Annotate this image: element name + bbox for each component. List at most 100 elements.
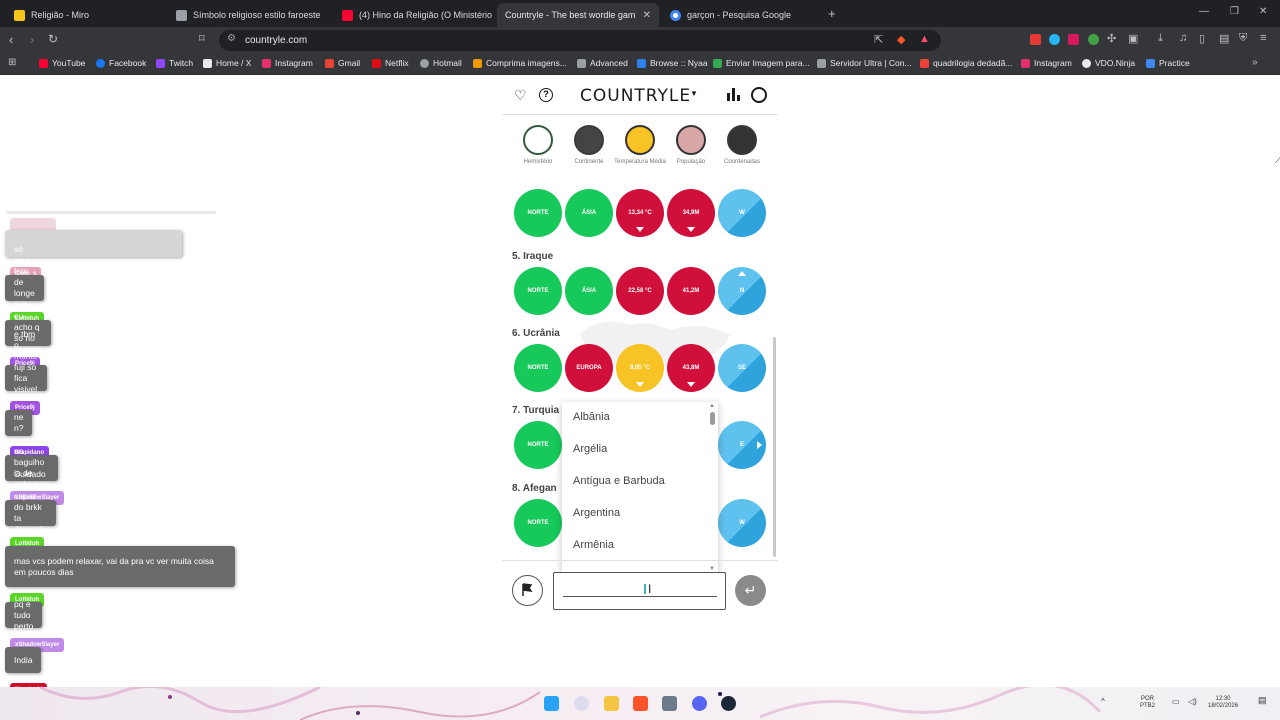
bookmark-label: Browse :: Nyaa: [650, 58, 708, 68]
country-option[interactable]: Argélia: [573, 443, 607, 455]
bookmark-netflix[interactable]: Netflix: [372, 58, 409, 68]
tab-religiao-miro[interactable]: Religião - Miro: [6, 3, 164, 27]
arrow-down-icon: [687, 227, 695, 232]
bookmark-comprima[interactable]: Comprima imagens...: [473, 58, 567, 68]
extension-icon[interactable]: [1068, 34, 1079, 45]
give-up-button[interactable]: [512, 575, 543, 606]
bookmark-enviar-imagem[interactable]: Enviar Imagem para...: [713, 58, 810, 68]
country-option[interactable]: Argentina: [573, 507, 620, 519]
brave-rewards-icon[interactable]: ▲: [919, 33, 930, 45]
bookmark-quadrilogia[interactable]: quadrilogia dedadã...: [920, 58, 1012, 68]
stats-icon[interactable]: [727, 88, 741, 101]
forward-icon[interactable]: ›: [30, 32, 34, 47]
file-explorer-icon[interactable]: [604, 696, 619, 711]
country-option[interactable]: Armênia: [573, 539, 614, 551]
address-bar[interactable]: ⚙ countryle.com ⇱ ◆ ▲: [219, 30, 941, 51]
youtube-icon: [39, 58, 48, 68]
discord-icon[interactable]: [692, 696, 707, 711]
arrow-up-icon: [738, 271, 746, 276]
bookmark-instagram-2[interactable]: Instagram: [1021, 58, 1072, 68]
reload-icon[interactable]: ↻: [48, 32, 58, 46]
extensions-puzzle-icon[interactable]: ✣: [1107, 32, 1116, 45]
close-window-icon[interactable]: ✕: [1259, 6, 1267, 17]
steam-icon[interactable]: [721, 696, 736, 711]
country-guess-input[interactable]: [563, 582, 717, 597]
notifications-icon[interactable]: ▤: [1258, 696, 1267, 705]
bookmark-label: VDO.Ninja: [1095, 58, 1136, 68]
bookmark-vdo-ninja[interactable]: VDO.Ninja: [1082, 58, 1135, 68]
page-icon: [1146, 58, 1155, 68]
game-scrollbar[interactable]: [773, 337, 776, 557]
clue-population: 34,9M: [667, 189, 715, 237]
apps-grid-icon[interactable]: ⊞: [8, 57, 16, 68]
back-icon[interactable]: ‹: [9, 32, 13, 47]
bookmark-label: Enviar Imagem para...: [726, 58, 810, 68]
app-icon[interactable]: [662, 696, 677, 711]
windows-taskbar: ^ POR PTB2 ▭ ◁) 12:30 18/02/2026 ▤: [0, 687, 1280, 720]
country-option[interactable]: Antígua e Barbuda: [573, 475, 665, 487]
browser-toolbar: ‹ › ↻ ⌑ ⚙ countryle.com ⇱ ◆ ▲ ✣ ▣ ⤓ ♫ ▯ …: [0, 27, 1280, 54]
windows-start-icon[interactable]: [544, 696, 559, 711]
extension-icon[interactable]: [1030, 34, 1041, 45]
close-tab-icon[interactable]: ✕: [643, 10, 651, 21]
tab-garcon-pesquisa[interactable]: garçon - Pesquisa Google: [662, 3, 824, 27]
chat-divider: [6, 211, 216, 214]
bookmark-nyaa[interactable]: Browse :: Nyaa: [637, 58, 708, 68]
heart-icon[interactable]: ♡: [514, 87, 527, 104]
extension-icon[interactable]: [1088, 34, 1099, 45]
bookmark-home-x[interactable]: Home / X: [203, 58, 251, 68]
new-tab-icon[interactable]: +: [828, 6, 836, 21]
brave-shields-icon[interactable]: ◆: [897, 33, 905, 46]
tab-countryle[interactable]: Countryle - The best wordle gam ✕: [497, 3, 659, 27]
bookmark-twitch[interactable]: Twitch: [156, 58, 193, 68]
bookmark-instagram[interactable]: Instagram: [262, 58, 313, 68]
help-icon[interactable]: ?: [539, 88, 553, 102]
bookmark-gmail[interactable]: Gmail: [325, 58, 360, 68]
clock[interactable]: 12:30 18/02/2026: [1208, 696, 1238, 710]
keyboard-language[interactable]: POR PTB2: [1140, 696, 1155, 710]
bookmark-advanced[interactable]: Advanced: [577, 58, 628, 68]
dropdown-scrollbar-thumb[interactable]: [710, 412, 715, 425]
submit-guess-button[interactable]: ↵: [735, 575, 766, 606]
chevron-down-icon[interactable]: ▼: [690, 89, 698, 98]
scroll-up-icon[interactable]: ▲: [709, 403, 715, 409]
clue-value: 34,9M: [682, 210, 700, 216]
bookmark-facebook[interactable]: Facebook: [96, 58, 146, 68]
minimize-icon[interactable]: —: [1199, 6, 1209, 17]
clue-hemisphere: NORTE: [514, 421, 562, 469]
menu-icon[interactable]: ≡: [1260, 32, 1266, 44]
sidebar-icon[interactable]: ▯: [1199, 32, 1205, 45]
download-icon[interactable]: ⤓: [1158, 32, 1163, 45]
bookmark-icon[interactable]: ⌑: [199, 32, 205, 45]
clue-continent: ÁSIA: [565, 267, 613, 315]
country-autocomplete-list[interactable]: ▲ Albânia Argélia Antígua e Barbuda Arge…: [562, 402, 718, 573]
clue-temperature: 13,34 °C: [616, 189, 664, 237]
bookmark-hotmail[interactable]: Hotmail: [420, 58, 462, 68]
bookmark-label: Instagram: [1034, 58, 1072, 68]
tab-hino-religiao[interactable]: (4) Hino da Religião (O Ministério da: [334, 3, 494, 27]
vpn-shield-icon[interactable]: ⛨: [1239, 32, 1247, 45]
bookmark-servidor-ultra[interactable]: Servidor Ultra | Con...: [817, 58, 912, 68]
volume-icon[interactable]: ◁): [1188, 698, 1197, 706]
bookmark-label: YouTube: [52, 58, 86, 68]
more-bookmarks-icon[interactable]: »: [1252, 57, 1258, 68]
country-option[interactable]: Albânia: [573, 411, 610, 423]
bookmark-practice[interactable]: Practice: [1146, 58, 1190, 68]
bookmark-youtube[interactable]: YouTube: [39, 58, 85, 68]
game-title[interactable]: COUNTRYLE: [580, 86, 691, 106]
search-icon[interactable]: [574, 696, 589, 711]
clue-continent: EUROPA: [565, 344, 613, 392]
tab-simbolo-religioso[interactable]: Símbolo religioso estilo faroeste: [168, 3, 330, 27]
media-icon[interactable]: ♫: [1179, 32, 1187, 44]
globe-icon[interactable]: [751, 87, 767, 103]
network-icon[interactable]: ▭: [1172, 698, 1180, 706]
wallet-icon[interactable]: ▤: [1219, 32, 1229, 45]
tray-chevron-up-icon[interactable]: ^: [1101, 698, 1105, 706]
sidebar-panel-icon[interactable]: ▣: [1128, 32, 1138, 45]
share-icon[interactable]: ⇱: [874, 33, 883, 46]
arrow-down-icon: [636, 382, 644, 387]
restore-icon[interactable]: ❐: [1230, 6, 1239, 17]
extension-icon[interactable]: [1049, 34, 1060, 45]
brave-browser-icon[interactable]: [633, 696, 648, 711]
site-info-icon[interactable]: ⚙: [227, 33, 236, 44]
